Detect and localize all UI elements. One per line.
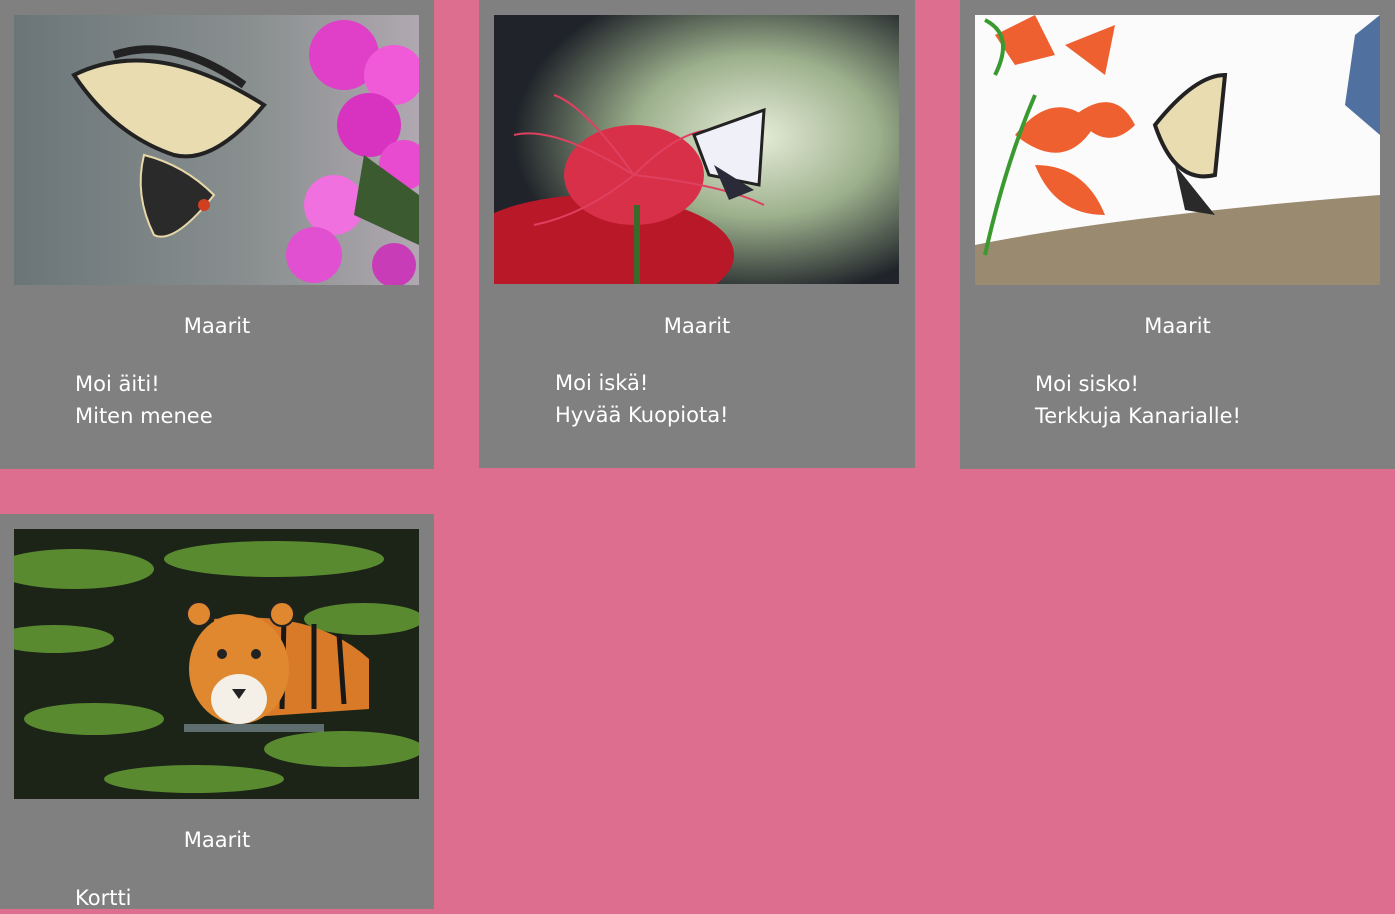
message-line: Terkkuja Kanarialle! [1035, 404, 1241, 428]
message-line: Hyvää Kuopiota! [555, 403, 729, 427]
tiger-photo [14, 529, 419, 799]
card-sender: Maarit [663, 314, 731, 338]
postcard[interactable]: Maarit Moi iskä! Hyvää Kuopiota! [479, 0, 915, 468]
card-sender: Maarit [183, 828, 251, 852]
card-message: Moi sisko! Terkkuja Kanarialle! [1035, 368, 1385, 432]
message-line: Kortti [75, 886, 132, 910]
postcard[interactable]: Maarit Moi äiti! Miten menee [0, 0, 434, 469]
butterfly-pink-flowers-image [14, 15, 419, 285]
message-line: Moi sisko! [1035, 372, 1139, 396]
butterfly-red-lily-image [494, 15, 899, 284]
butterfly-photo [494, 15, 900, 284]
message-line: Moi äiti! [75, 372, 160, 396]
card-sender: Maarit [183, 314, 251, 338]
card-message: Moi äiti! Miten menee [75, 368, 425, 432]
postcard[interactable]: Maarit Kortti [0, 514, 434, 910]
butterfly-orange-lily-image [975, 15, 1380, 285]
tiger-in-water-image [14, 529, 419, 799]
butterfly-photo [975, 15, 1380, 285]
message-line: Miten menee [75, 404, 213, 428]
message-line: Moi iskä! [555, 371, 649, 395]
butterfly-photo [14, 15, 419, 285]
postcard[interactable]: Maarit Moi sisko! Terkkuja Kanarialle! [960, 0, 1395, 469]
card-message: Kortti [75, 882, 425, 914]
card-sender: Maarit [1144, 314, 1211, 338]
card-message: Moi iskä! Hyvää Kuopiota! [555, 367, 905, 431]
